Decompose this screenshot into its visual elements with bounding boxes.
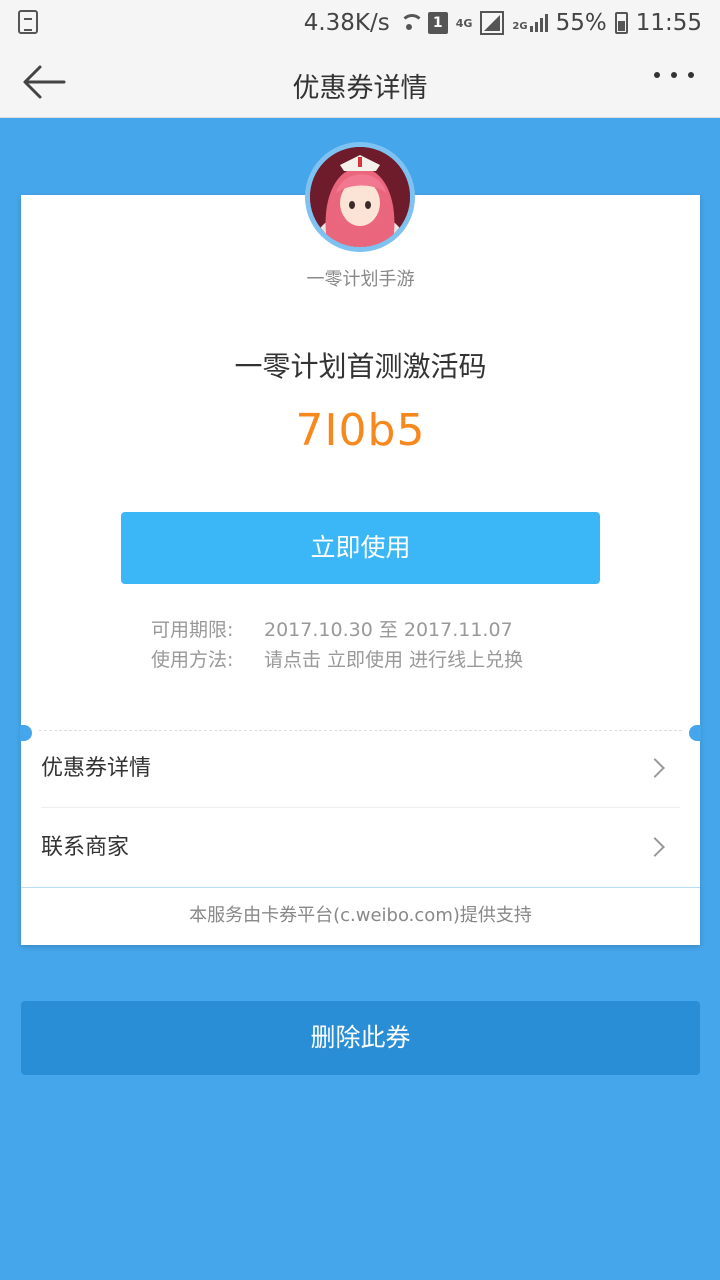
network-2g-label: 2G bbox=[512, 21, 528, 32]
validity-row: 可用期限: 2017.10.30 至 2017.11.07 bbox=[151, 615, 523, 645]
method-value: 请点击 立即使用 进行线上兑换 bbox=[264, 649, 524, 671]
wifi-icon bbox=[398, 12, 424, 34]
method-row: 使用方法: 请点击 立即使用 进行线上兑换 bbox=[151, 645, 523, 675]
more-options-icon[interactable] bbox=[654, 72, 694, 92]
ticket-notch-right bbox=[689, 725, 701, 741]
battery-icon bbox=[614, 12, 628, 34]
service-footer: 本服务由卡券平台(c.weibo.com)提供支持 bbox=[21, 887, 700, 945]
coupon-details-item[interactable]: 优惠券详情 bbox=[41, 730, 680, 808]
chevron-right-icon bbox=[645, 758, 665, 778]
coupon-code: 7I0b5 bbox=[295, 405, 426, 456]
contact-merchant-item[interactable]: 联系商家 bbox=[41, 809, 680, 887]
signal-2g-icon: 2G bbox=[512, 14, 548, 32]
validity-label: 可用期限: bbox=[151, 619, 234, 641]
chevron-right-icon bbox=[645, 837, 665, 857]
document-icon bbox=[18, 10, 38, 34]
coupon-details-label: 优惠券详情 bbox=[41, 756, 152, 781]
sim-badge: 1 bbox=[427, 12, 448, 34]
coupon-title: 一零计划首测激活码 bbox=[234, 350, 487, 383]
merchant-avatar bbox=[305, 142, 415, 252]
ticket-notch-left bbox=[20, 725, 32, 741]
status-bar: 4.38K/s 1 4G 2G 55% 11:55 bbox=[0, 0, 720, 46]
delete-coupon-button[interactable]: 删除此券 bbox=[21, 1001, 700, 1075]
signal-icon bbox=[480, 11, 505, 35]
method-label: 使用方法: bbox=[151, 649, 234, 671]
merchant-name: 一零计划手游 bbox=[306, 269, 415, 290]
page-title: 优惠券详情 bbox=[292, 73, 428, 104]
use-now-button[interactable]: 立即使用 bbox=[121, 512, 600, 584]
validity-value: 2017.10.30 至 2017.11.07 bbox=[264, 619, 513, 641]
battery-percent: 55% bbox=[555, 10, 607, 36]
network-4g-label: 4G bbox=[455, 16, 473, 30]
coupon-card: 一零计划手游 一零计划首测激活码 7I0b5 立即使用 可用期限: 2017.1… bbox=[20, 195, 701, 945]
nav-bar: 优惠券详情 bbox=[0, 46, 720, 118]
status-indicators: 4.38K/s 1 4G 2G 55% 11:55 bbox=[304, 8, 702, 38]
coupon-info: 可用期限: 2017.10.30 至 2017.11.07 使用方法: 请点击 … bbox=[151, 615, 523, 675]
clock: 11:55 bbox=[635, 10, 702, 36]
network-speed: 4.38K/s bbox=[303, 10, 390, 36]
contact-merchant-label: 联系商家 bbox=[41, 835, 130, 860]
